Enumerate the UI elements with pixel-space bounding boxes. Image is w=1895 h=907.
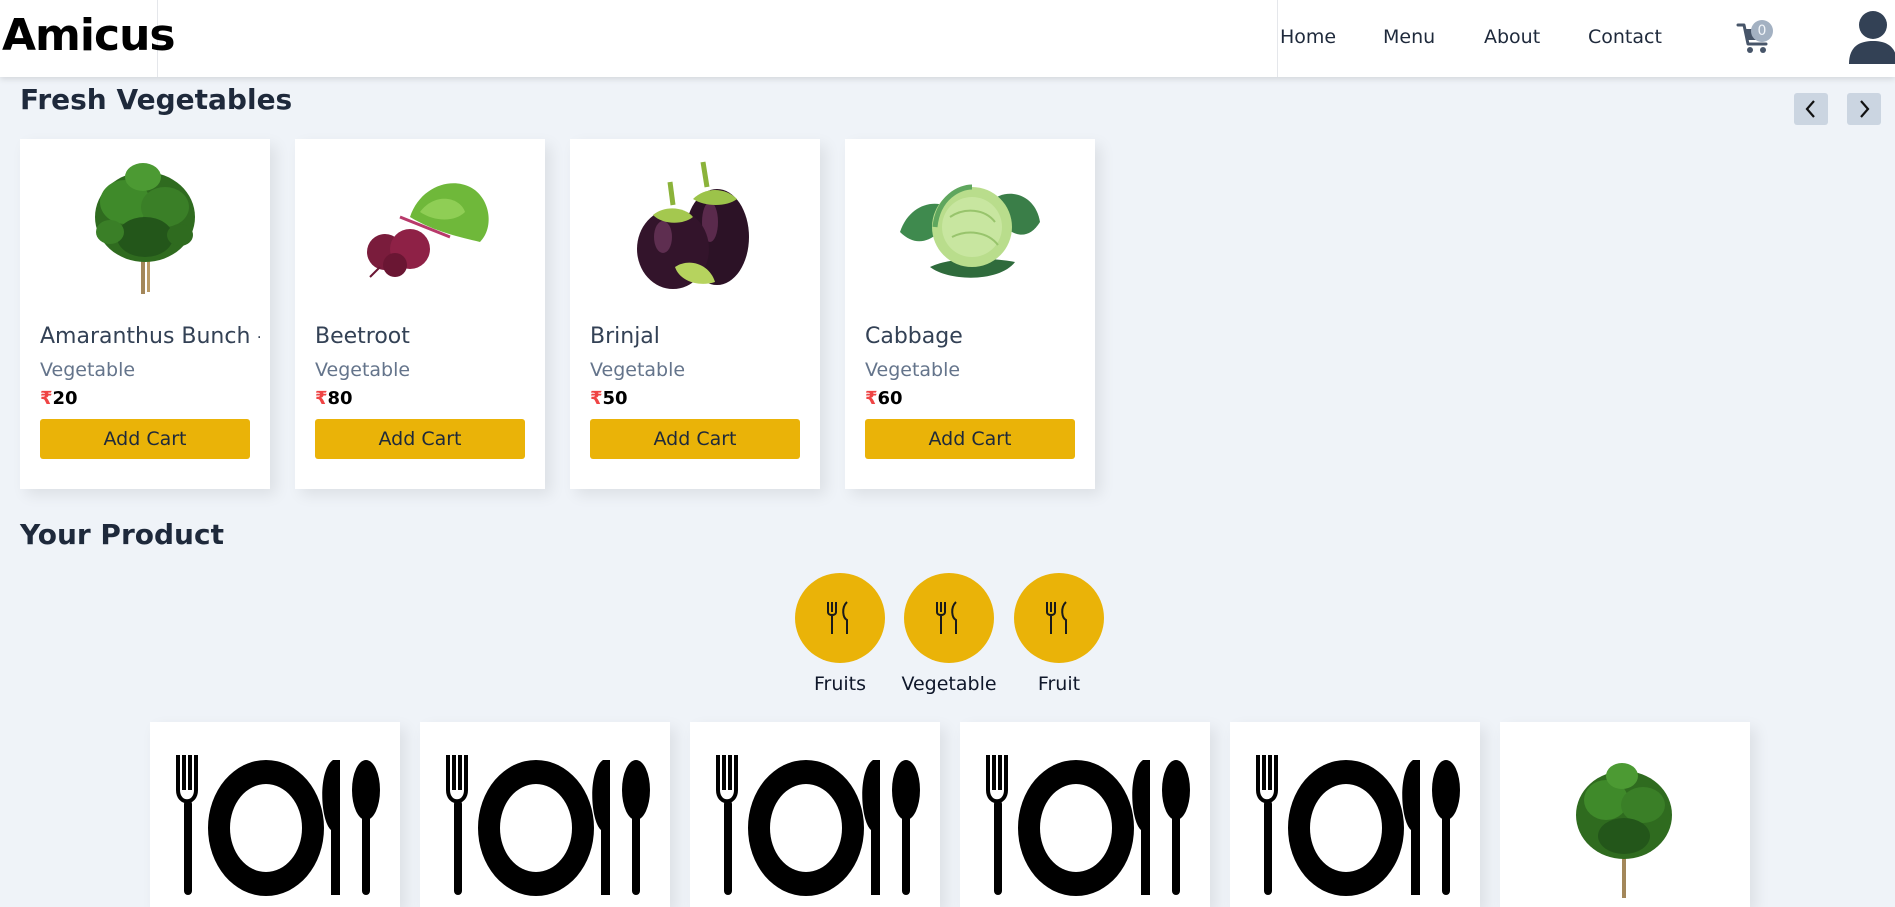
nav-menu[interactable]: Menu	[1383, 26, 1435, 48]
product-name: Beetroot	[315, 324, 410, 349]
product-tile[interactable]	[420, 722, 670, 907]
top-navbar: Amicus Home Menu About Contact 0	[0, 0, 1895, 77]
product-card: Cabbage Vegetable ₹60 Add Cart	[845, 139, 1095, 489]
fork-knife-icon	[936, 601, 957, 634]
product-name: Cabbage	[865, 324, 963, 349]
logo-container: Amicus	[0, 0, 176, 77]
product-price: ₹50	[590, 388, 628, 409]
category-label: Fruits	[813, 673, 867, 695]
product-category: Vegetable	[40, 359, 136, 381]
rupee-symbol: ₹	[40, 388, 53, 409]
product-tile[interactable]	[690, 722, 940, 907]
plate-cutlery-icon	[1256, 755, 1460, 896]
product-card: Brinjal Vegetable ₹50 Add Cart	[570, 139, 820, 489]
category-circle	[1014, 573, 1104, 663]
product-price: ₹60	[865, 388, 903, 409]
your-product-title: Your Product	[20, 518, 224, 551]
logo[interactable]: Amicus	[2, 10, 176, 61]
product-tile[interactable]	[960, 722, 1210, 907]
rupee-symbol: ₹	[315, 388, 328, 409]
category-vegetable[interactable]: Vegetable	[899, 573, 999, 695]
product-card: Beetroot Vegetable ₹80 Add Cart	[295, 139, 545, 489]
fork-knife-icon	[1046, 601, 1067, 634]
rupee-symbol: ₹	[865, 388, 878, 409]
plate-cutlery-icon	[716, 755, 920, 896]
product-price: ₹20	[40, 388, 78, 409]
amaranthus-image	[95, 163, 195, 294]
product-tile[interactable]	[1500, 722, 1750, 907]
user-avatar-icon[interactable]	[1846, 8, 1895, 64]
price-value: 50	[602, 388, 628, 409]
chevron-right-icon	[1860, 100, 1870, 118]
fresh-vegetables-title: Fresh Vegetables	[20, 83, 293, 116]
plate-cutlery-icon	[986, 755, 1190, 896]
rupee-symbol: ₹	[590, 388, 603, 409]
nav-divider	[1277, 0, 1278, 77]
product-name: Brinjal	[590, 324, 660, 349]
add-cart-button[interactable]: Add Cart	[590, 419, 800, 459]
category-fruit[interactable]: Fruit	[1009, 573, 1109, 695]
price-value: 80	[327, 388, 353, 409]
add-cart-button[interactable]: Add Cart	[40, 419, 250, 459]
product-tile[interactable]	[150, 722, 400, 907]
product-price: ₹80	[315, 388, 353, 409]
amaranthus-image	[1576, 763, 1672, 898]
plate-cutlery-icon	[446, 755, 650, 896]
category-fruits[interactable]: Fruits	[790, 573, 890, 695]
fork-knife-icon	[827, 601, 848, 634]
carousel-prev-button[interactable]	[1794, 93, 1828, 125]
plate-cutlery-icon	[176, 755, 380, 896]
category-label: Vegetable	[901, 673, 997, 695]
carousel-next-button[interactable]	[1847, 93, 1881, 125]
category-circle	[795, 573, 885, 663]
add-cart-button[interactable]: Add Cart	[315, 419, 525, 459]
category-circle	[904, 573, 994, 663]
price-value: 60	[877, 388, 903, 409]
brinjal-image	[637, 161, 749, 289]
price-value: 20	[52, 388, 78, 409]
beetroot-image	[367, 183, 489, 278]
nav-contact[interactable]: Contact	[1588, 26, 1662, 48]
chevron-left-icon	[1805, 100, 1815, 118]
nav-about[interactable]: About	[1484, 26, 1540, 48]
product-category: Vegetable	[590, 359, 686, 381]
product-tile[interactable]	[1230, 722, 1480, 907]
product-category: Vegetable	[315, 359, 411, 381]
product-card: Amaranthus Bunch - Vegetable ₹20 Add Car…	[20, 139, 270, 489]
product-name: Amaranthus Bunch -	[40, 324, 260, 349]
cabbage-image	[900, 184, 1040, 278]
product-category: Vegetable	[865, 359, 961, 381]
nav-home[interactable]: Home	[1280, 26, 1336, 48]
cart-count-badge: 0	[1751, 20, 1773, 42]
category-label: Fruit	[1037, 673, 1081, 695]
add-cart-button[interactable]: Add Cart	[865, 419, 1075, 459]
